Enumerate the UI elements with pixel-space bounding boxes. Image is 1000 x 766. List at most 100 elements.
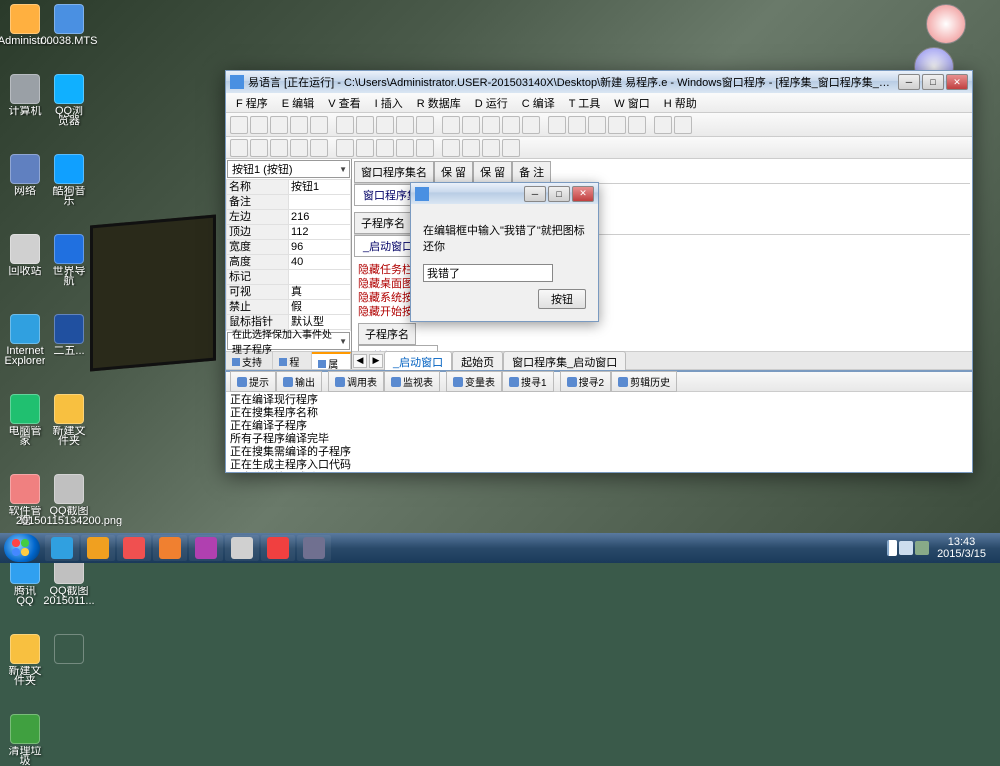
taskbar-item[interactable] [81,535,115,561]
menu-item[interactable]: T 工具 [563,93,607,113]
dialog-minimize[interactable]: ─ [524,186,546,202]
prop-value[interactable]: 96 [289,240,351,255]
tray-icon[interactable] [899,541,913,555]
output-tab[interactable]: 监视表 [384,371,440,392]
sub-name-2[interactable]: _按钮1_被单 [358,345,438,351]
toolbar-button[interactable] [628,116,646,134]
toolbar-button[interactable] [230,139,248,157]
editor-tab[interactable]: 窗口程序集_启动窗口 [503,351,626,372]
taskbar-item[interactable] [45,535,79,561]
prop-value[interactable]: 216 [289,210,351,225]
menu-item[interactable]: C 编译 [516,93,561,113]
desktop-icon[interactable]: 世界导航 [50,234,88,286]
desktop-icon[interactable]: 回收站 [6,234,44,286]
toolbar-button[interactable] [396,139,414,157]
desktop-icon[interactable]: QQ浏览器 [50,74,88,126]
toolbar-button[interactable] [356,139,374,157]
output-tab[interactable]: 搜寻2 [560,371,612,392]
component-selector[interactable]: 按钮1 (按钮) [227,160,350,178]
minimize-button[interactable]: ─ [898,74,920,90]
taskbar-item[interactable] [225,535,259,561]
output-body[interactable]: 正在编译现行程序正在搜集程序名称正在编译子程序所有子程序编译完毕正在搜集需编译的… [226,392,972,472]
toolbar-button[interactable] [548,116,566,134]
desktop-icon[interactable]: QQ截图20150115134200.png [50,474,88,526]
toolbar-button[interactable] [674,116,692,134]
desktop-icon[interactable]: Administr... [6,4,44,46]
menu-item[interactable]: V 查看 [322,93,366,113]
toolbar-button[interactable] [336,139,354,157]
toolbar-button[interactable] [310,116,328,134]
toolbar-button[interactable] [416,116,434,134]
taskbar-item[interactable] [297,535,331,561]
toolbar-button[interactable] [482,139,500,157]
dialog-button[interactable]: 按钮 [538,289,586,309]
desktop-icon[interactable]: 清理垃圾 [6,714,44,766]
desktop-icon[interactable]: 新建文件夹 (2) [50,394,88,446]
dialog-input[interactable] [423,264,553,282]
desktop-icon[interactable] [50,634,88,686]
editor-tab[interactable]: _启动窗口 [384,351,452,372]
desktop-icon[interactable]: 酷狗音乐 [50,154,88,206]
clock[interactable]: 13:43 2015/3/15 [931,536,992,560]
toolbar-button[interactable] [608,116,626,134]
menu-item[interactable]: E 编辑 [276,93,320,113]
prop-value[interactable]: 假 [289,300,351,315]
prop-value[interactable]: 按钮1 [289,180,351,195]
start-button[interactable] [4,534,40,562]
menu-item[interactable]: R 数据库 [411,93,467,113]
desktop-icon[interactable]: 计算机 [6,74,44,126]
system-tray[interactable]: 13:43 2015/3/15 [879,536,1000,560]
toolbar-button[interactable] [442,139,460,157]
menu-item[interactable]: H 帮助 [658,93,703,113]
toolbar-button[interactable] [502,139,520,157]
toolbar-button[interactable] [290,116,308,134]
output-tab[interactable]: 变量表 [446,371,502,392]
toolbar-button[interactable] [270,116,288,134]
toolbar-button[interactable] [250,116,268,134]
toolbar-button[interactable] [522,116,540,134]
toolbar-button[interactable] [462,116,480,134]
tab-next[interactable]: ▶ [369,354,383,368]
dialog-maximize[interactable]: □ [548,186,570,202]
menu-item[interactable]: W 窗口 [608,93,655,113]
taskbar-item[interactable] [153,535,187,561]
desktop-icon[interactable]: 新建文件夹 [6,634,44,686]
desktop-icon[interactable]: 网络 [6,154,44,206]
output-tab[interactable]: 搜寻1 [502,371,554,392]
desktop-icon[interactable]: 二五... [50,314,88,366]
toolbar-button[interactable] [290,139,308,157]
prop-value[interactable] [289,270,351,285]
tray-icon[interactable] [887,540,897,556]
output-tab[interactable]: 提示 [230,371,276,392]
prop-value[interactable]: 40 [289,255,351,270]
toolbar-button[interactable] [230,116,248,134]
output-tab[interactable]: 输出 [276,371,322,392]
menu-item[interactable]: F 程序 [230,93,274,113]
tray-icon[interactable] [915,541,929,555]
taskbar-item[interactable] [261,535,295,561]
editor-tab[interactable]: 起始页 [452,351,503,372]
toolbar-button[interactable] [588,116,606,134]
output-tab[interactable]: 剪辑历史 [611,371,677,392]
toolbar-button[interactable] [376,116,394,134]
menu-item[interactable]: I 插入 [369,93,409,113]
menu-item[interactable]: D 运行 [469,93,514,113]
toolbar-button[interactable] [502,116,520,134]
desktop-icon[interactable]: 电脑管家 [6,394,44,446]
taskbar-item[interactable] [117,535,151,561]
dialog-close[interactable]: ✕ [572,186,594,202]
toolbar-button[interactable] [396,116,414,134]
tab-prev[interactable]: ◀ [353,354,367,368]
toolbar-button[interactable] [654,116,672,134]
close-button[interactable]: ✕ [946,74,968,90]
property-grid[interactable]: 名称按钮1备注左边216顶边112宽度96高度40标记可视真禁止假鼠标指针默认型… [226,179,351,331]
toolbar-button[interactable] [462,139,480,157]
toolbar-button[interactable] [416,139,434,157]
maximize-button[interactable]: □ [922,74,944,90]
taskbar-item[interactable] [189,535,223,561]
desktop-icon[interactable]: 00038.MTS [50,4,88,46]
toolbar-button[interactable] [310,139,328,157]
toolbar-button[interactable] [270,139,288,157]
toolbar-button[interactable] [336,116,354,134]
toolbar-button[interactable] [356,116,374,134]
